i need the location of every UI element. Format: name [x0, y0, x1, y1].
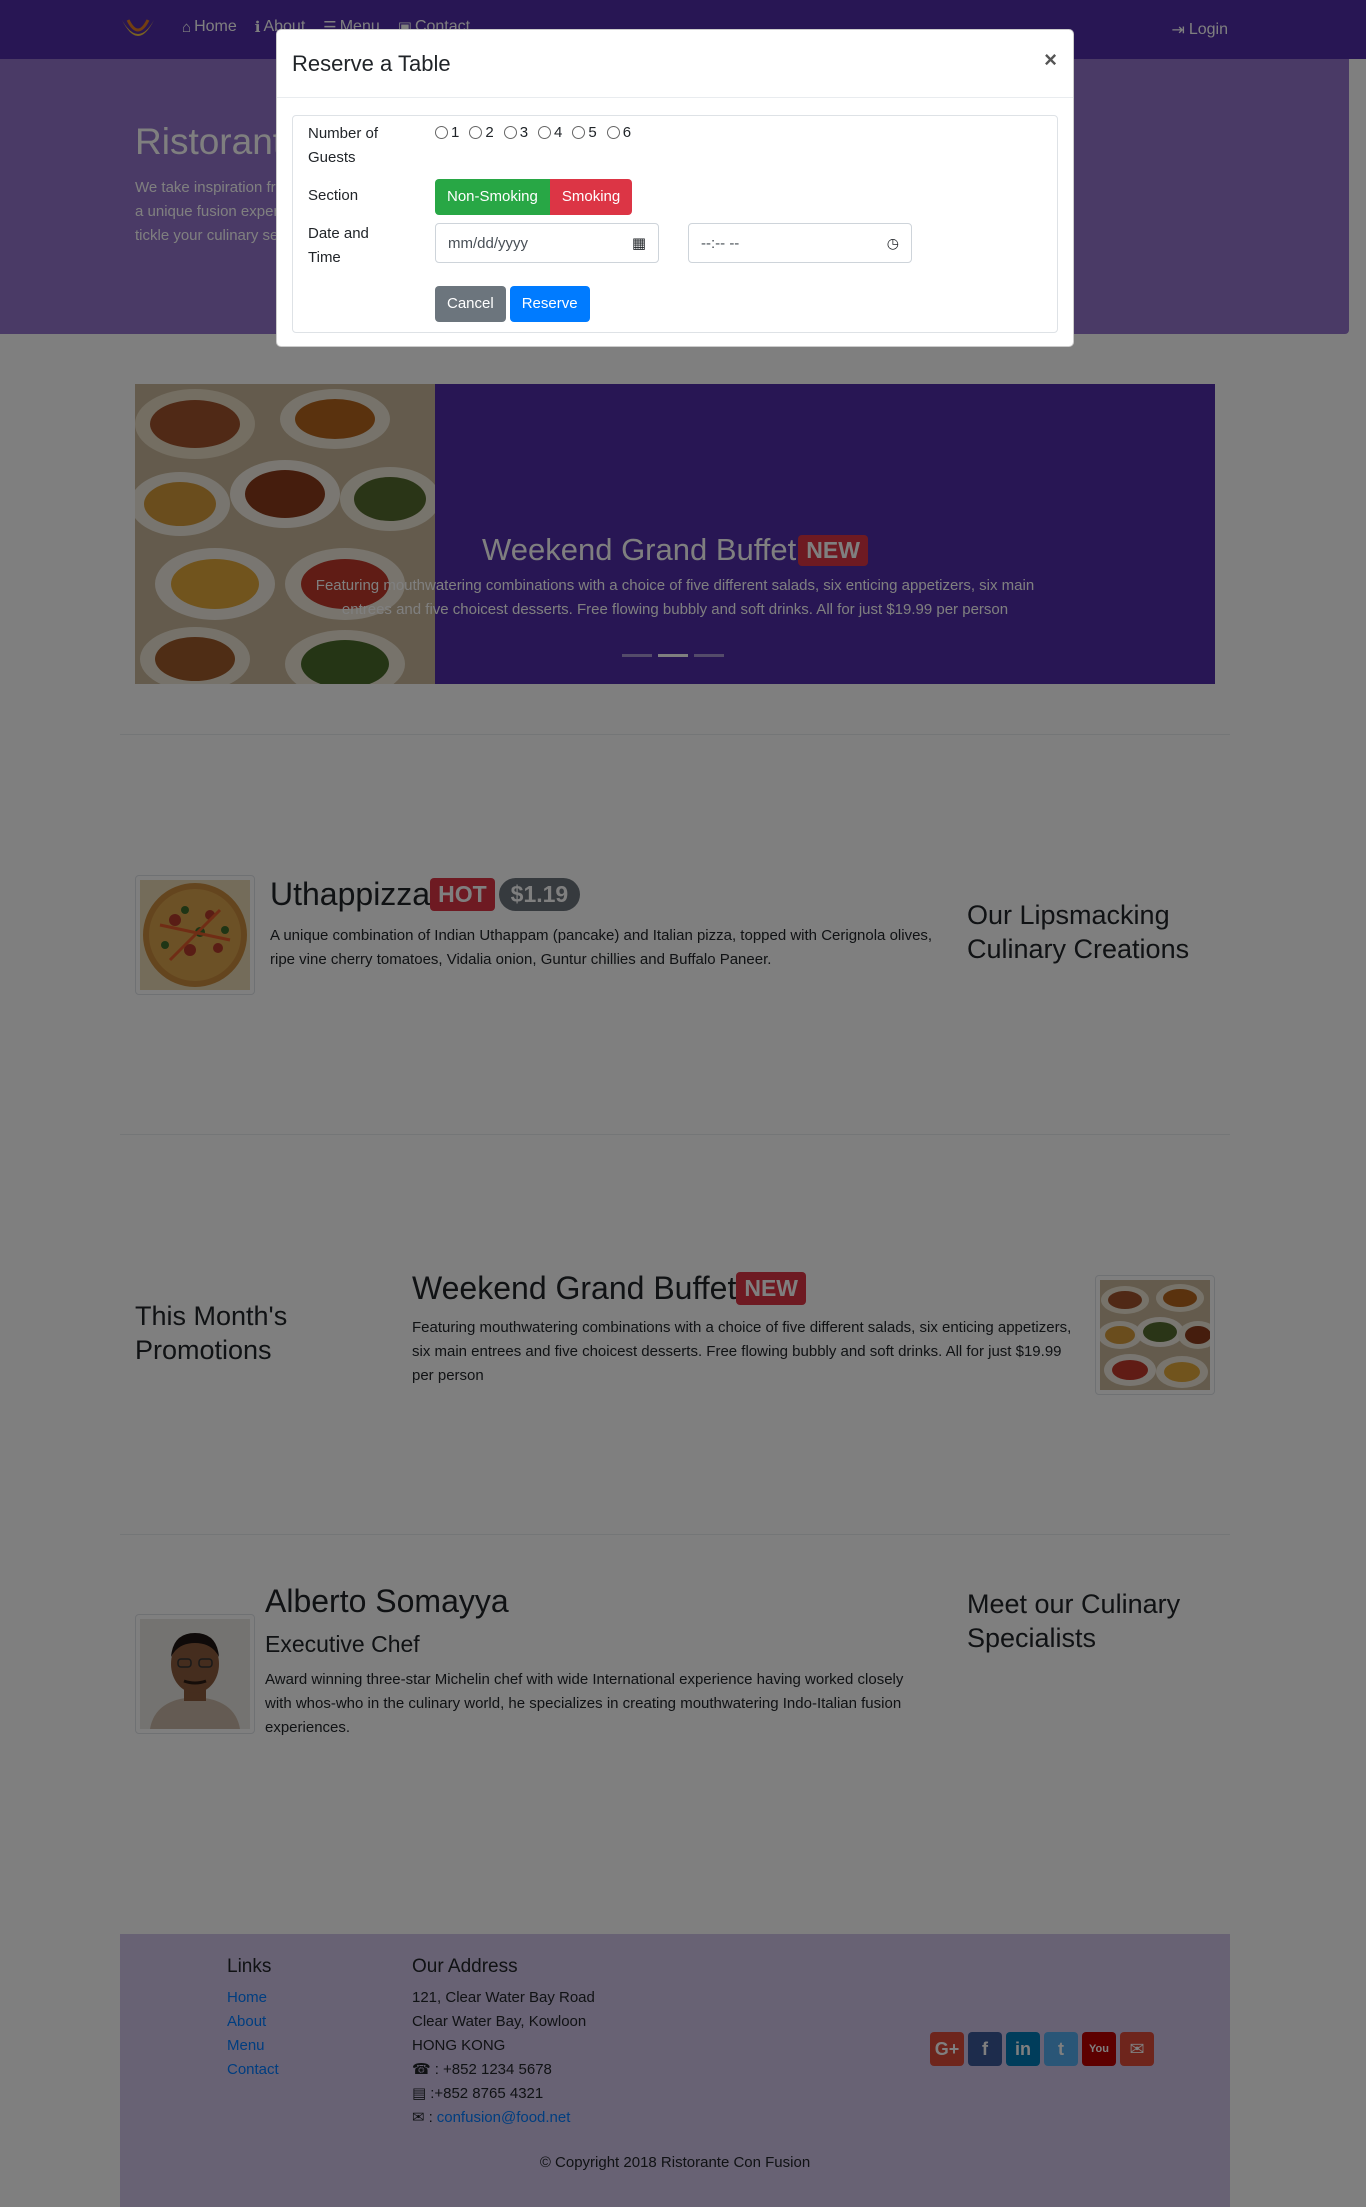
- datetime-label: Date and Time: [308, 225, 369, 266]
- smoking-button[interactable]: Smoking: [549, 179, 633, 215]
- close-icon[interactable]: ×: [1044, 47, 1057, 73]
- date-input[interactable]: mm/dd/yyyy ▦: [435, 223, 659, 263]
- radio-label: 6: [622, 124, 632, 141]
- calendar-icon[interactable]: ▦: [632, 234, 646, 252]
- radio-label: 2: [485, 124, 494, 141]
- guests-label: Number of Guests: [308, 125, 379, 166]
- guests-radio-2[interactable]: 2: [469, 124, 494, 141]
- guests-radio-6[interactable]: 6: [606, 124, 632, 141]
- section-label: Section: [308, 187, 359, 204]
- clock-icon[interactable]: ◷: [887, 235, 899, 252]
- guests-radio-1[interactable]: 1: [435, 124, 459, 141]
- radio-label: 4: [554, 124, 563, 141]
- radio-circle[interactable]: [503, 126, 517, 139]
- radio-circle[interactable]: [572, 126, 586, 139]
- modal-title: Reserve a Table: [292, 51, 451, 76]
- date-placeholder: mm/dd/yyyy: [448, 234, 529, 252]
- radio-label: 5: [588, 124, 597, 141]
- radio-circle[interactable]: [469, 126, 483, 139]
- guests-radio-3[interactable]: 3: [503, 124, 529, 141]
- form-actions: Cancel Reserve: [435, 286, 590, 322]
- radio-circle[interactable]: [538, 126, 552, 139]
- non-smoking-button[interactable]: Non-Smoking: [435, 179, 550, 215]
- modal-header: Reserve a Table ×: [277, 30, 1073, 98]
- time-placeholder: --:-- --: [701, 234, 740, 252]
- radio-label: 3: [519, 124, 529, 141]
- reserve-table-modal: Reserve a Table × Number of Guests 1 2 3…: [276, 29, 1074, 347]
- section-toggle: Non-Smoking Smoking: [435, 179, 633, 215]
- reservation-form: Number of Guests 1 2 3 4 5 6 Section Non…: [292, 115, 1058, 333]
- time-input[interactable]: --:-- -- ◷: [688, 223, 912, 263]
- reserve-button[interactable]: Reserve: [509, 286, 590, 322]
- radio-circle[interactable]: [606, 126, 620, 139]
- guests-radio-5[interactable]: 5: [572, 124, 597, 141]
- radio-label: 1: [451, 124, 460, 141]
- guests-radio-group: 1 2 3 4 5 6: [435, 124, 631, 141]
- guests-radio-4[interactable]: 4: [538, 124, 562, 141]
- radio-circle[interactable]: [435, 126, 448, 139]
- cancel-button[interactable]: Cancel: [435, 286, 506, 322]
